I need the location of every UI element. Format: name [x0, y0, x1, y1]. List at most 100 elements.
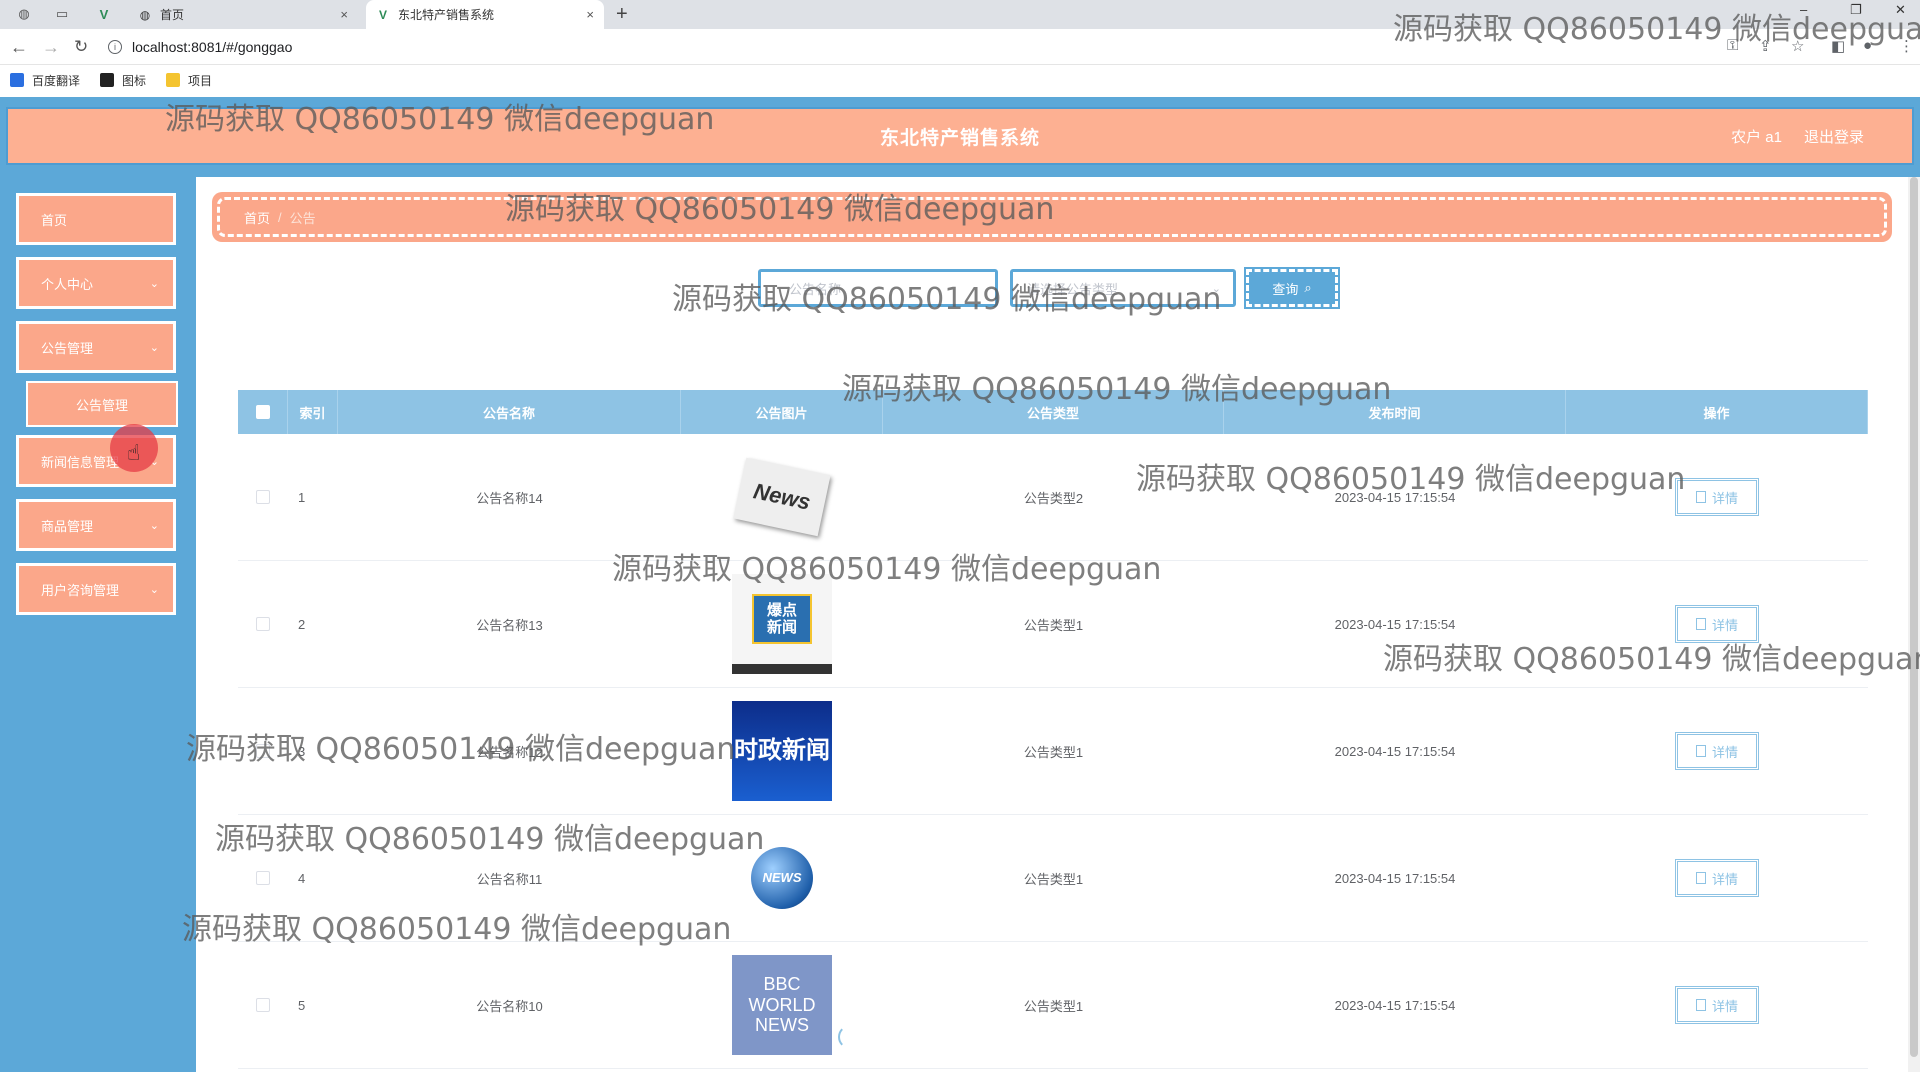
- header-image: 公告图片: [681, 390, 883, 434]
- select-all-checkbox[interactable]: [255, 405, 270, 419]
- row-checkbox[interactable]: [256, 744, 270, 758]
- row-op-cell: 详情: [1566, 688, 1868, 814]
- header-panel: 东北特产销售系统 农户 a1 退出登录: [6, 107, 1914, 165]
- bookmark-baidu-translate[interactable]: 百度翻译: [10, 72, 80, 89]
- tab-close-icon[interactable]: ×: [586, 7, 594, 22]
- row-time: 2023-04-15 17:15:54: [1334, 489, 1456, 505]
- sidebar-item-home[interactable]: 首页: [16, 193, 176, 245]
- detail-button[interactable]: 详情: [1675, 605, 1759, 643]
- sidebar-subitem-label: 公告管理: [75, 397, 128, 413]
- star-icon[interactable]: ☆: [1791, 37, 1804, 55]
- table-row: 3 公告名称12 时政新闻 公告类型1 2023-04-15 17:15:54 …: [238, 688, 1868, 815]
- page-scrollbar[interactable]: [1908, 177, 1920, 1072]
- tab-label: 东北特产销售系统: [398, 8, 495, 22]
- sidebar-item-product-management[interactable]: 商品管理 ⌄: [16, 499, 176, 551]
- row-time: 2023-04-15 17:15:54: [1334, 997, 1456, 1013]
- table-row: 2 公告名称13 爆点新闻 公告类型1 2023-04-15 17:15:54 …: [238, 561, 1868, 688]
- row-select-cell[interactable]: [238, 942, 288, 1068]
- row-select-cell[interactable]: [238, 815, 288, 941]
- pinned-tab-vue-icon[interactable]: V: [96, 6, 112, 22]
- row-image-cell: News: [681, 434, 883, 560]
- detail-button[interactable]: 详情: [1675, 732, 1759, 770]
- minimize-icon[interactable]: –: [1800, 2, 1807, 17]
- reload-icon[interactable]: ↻: [74, 37, 88, 57]
- tab-close-icon[interactable]: ×: [340, 7, 348, 22]
- row-name: 公告名称13: [476, 617, 543, 633]
- app-root: 东北特产销售系统 农户 a1 退出登录 首页 个人中心 ⌄ 公告管理 ⌄ 公告管…: [0, 97, 1920, 1072]
- breadcrumb-separator: /: [278, 209, 282, 225]
- row-checkbox[interactable]: [256, 617, 270, 631]
- url-text: localhost:8081/#/gonggao: [132, 39, 293, 55]
- document-icon: [1695, 872, 1706, 884]
- header-select-all[interactable]: [238, 390, 288, 434]
- bookmark-project[interactable]: 项目: [166, 72, 212, 89]
- row-checkbox[interactable]: [256, 998, 270, 1012]
- select-placeholder: 请选择公告类型: [1027, 281, 1119, 297]
- sidebar-item-consult-management[interactable]: 用户咨询管理 ⌄: [16, 563, 176, 615]
- detail-button[interactable]: 详情: [1675, 478, 1759, 516]
- side-panel-icon[interactable]: ◧: [1831, 37, 1845, 55]
- row-index: 1: [298, 489, 306, 505]
- row-index: 3: [298, 743, 306, 759]
- detail-button[interactable]: 详情: [1675, 859, 1759, 897]
- query-button-label: 查询: [1272, 281, 1299, 297]
- sidebar-subitem-notice-management[interactable]: 公告管理: [26, 381, 178, 427]
- back-icon[interactable]: ←: [10, 37, 28, 58]
- header-index: 索引: [288, 390, 338, 434]
- bbc-world-news-thumbnail: BBC WORLD NEWS: [732, 955, 832, 1055]
- row-type: 公告类型1: [1023, 744, 1084, 760]
- bookmark-label: 图标: [122, 73, 147, 88]
- row-select-cell[interactable]: [238, 688, 288, 814]
- table-row: 1 公告名称14 News 公告类型2 2023-04-15 17:15:54 …: [238, 434, 1868, 561]
- detail-button[interactable]: 详情: [1675, 986, 1759, 1024]
- sidebar-item-notice-management[interactable]: 公告管理 ⌄: [16, 321, 176, 373]
- breadcrumb-current: 公告: [289, 210, 316, 226]
- row-op-cell: 详情: [1566, 815, 1868, 941]
- site-info-icon[interactable]: i: [108, 40, 122, 54]
- row-type: 公告类型1: [1023, 998, 1084, 1014]
- row-name: 公告名称14: [476, 490, 543, 506]
- bookmark-label: 百度翻译: [32, 73, 81, 88]
- notice-type-select[interactable]: 请选择公告类型 ⌄: [1010, 269, 1236, 307]
- row-op-cell: 详情: [1566, 434, 1868, 560]
- sidebar-item-label: 个人中心: [41, 276, 94, 292]
- pinned-tab-blank-icon[interactable]: ▭: [54, 6, 70, 22]
- close-window-icon[interactable]: ✕: [1895, 2, 1906, 18]
- row-image-cell: NEWS: [681, 815, 883, 941]
- bookmark-icons[interactable]: 图标: [100, 72, 146, 89]
- row-checkbox[interactable]: [256, 490, 270, 504]
- row-name: 公告名称11: [476, 871, 543, 887]
- row-type: 公告类型1: [1023, 871, 1084, 887]
- profile-icon[interactable]: ●: [1863, 37, 1872, 54]
- row-checkbox[interactable]: [256, 871, 270, 885]
- notice-table: 索引 公告名称 公告图片 公告类型 发布时间 操作 1 公告名称14 News …: [238, 390, 1868, 1069]
- row-time: 2023-04-15 17:15:54: [1334, 870, 1456, 886]
- key-icon[interactable]: ⚿: [1727, 37, 1738, 54]
- share-icon[interactable]: ⇪: [1759, 37, 1772, 55]
- browser-tab-home[interactable]: ◍ 首页 ×: [128, 0, 358, 29]
- sidebar-item-profile[interactable]: 个人中心 ⌄: [16, 257, 176, 309]
- query-button[interactable]: 查询 ⌕: [1244, 267, 1340, 309]
- search-input-placeholder: 公告名称: [789, 281, 842, 297]
- breadcrumb-home-link[interactable]: 首页: [244, 208, 270, 227]
- document-icon: [1695, 745, 1706, 757]
- scrollbar-thumb[interactable]: [1910, 177, 1918, 1057]
- row-time: 2023-04-15 17:15:54: [1334, 743, 1456, 759]
- chevron-down-icon: ⌄: [149, 277, 159, 290]
- browser-tab-app[interactable]: V 东北特产销售系统 ×: [366, 0, 604, 29]
- news-paper-thumbnail: News: [733, 457, 831, 537]
- row-select-cell[interactable]: [238, 561, 288, 687]
- more-menu-icon[interactable]: ⋮: [1899, 37, 1914, 55]
- political-news-thumbnail: 时政新闻: [732, 701, 832, 801]
- notice-name-search-input[interactable]: 公告名称: [758, 269, 998, 307]
- sidebar-item-label: 商品管理: [41, 518, 94, 534]
- sidebar-item-label: 首页: [41, 212, 68, 228]
- folder-icon: [166, 73, 181, 87]
- new-tab-icon[interactable]: +: [616, 3, 628, 26]
- row-select-cell[interactable]: [238, 434, 288, 560]
- pinned-tab-globe-icon[interactable]: ◍: [16, 6, 32, 22]
- restore-icon[interactable]: ❐: [1850, 2, 1862, 18]
- url-field[interactable]: i localhost:8081/#/gonggao: [108, 34, 1708, 60]
- logout-button[interactable]: 退出登录: [1804, 126, 1864, 147]
- forward-icon[interactable]: →: [42, 37, 60, 58]
